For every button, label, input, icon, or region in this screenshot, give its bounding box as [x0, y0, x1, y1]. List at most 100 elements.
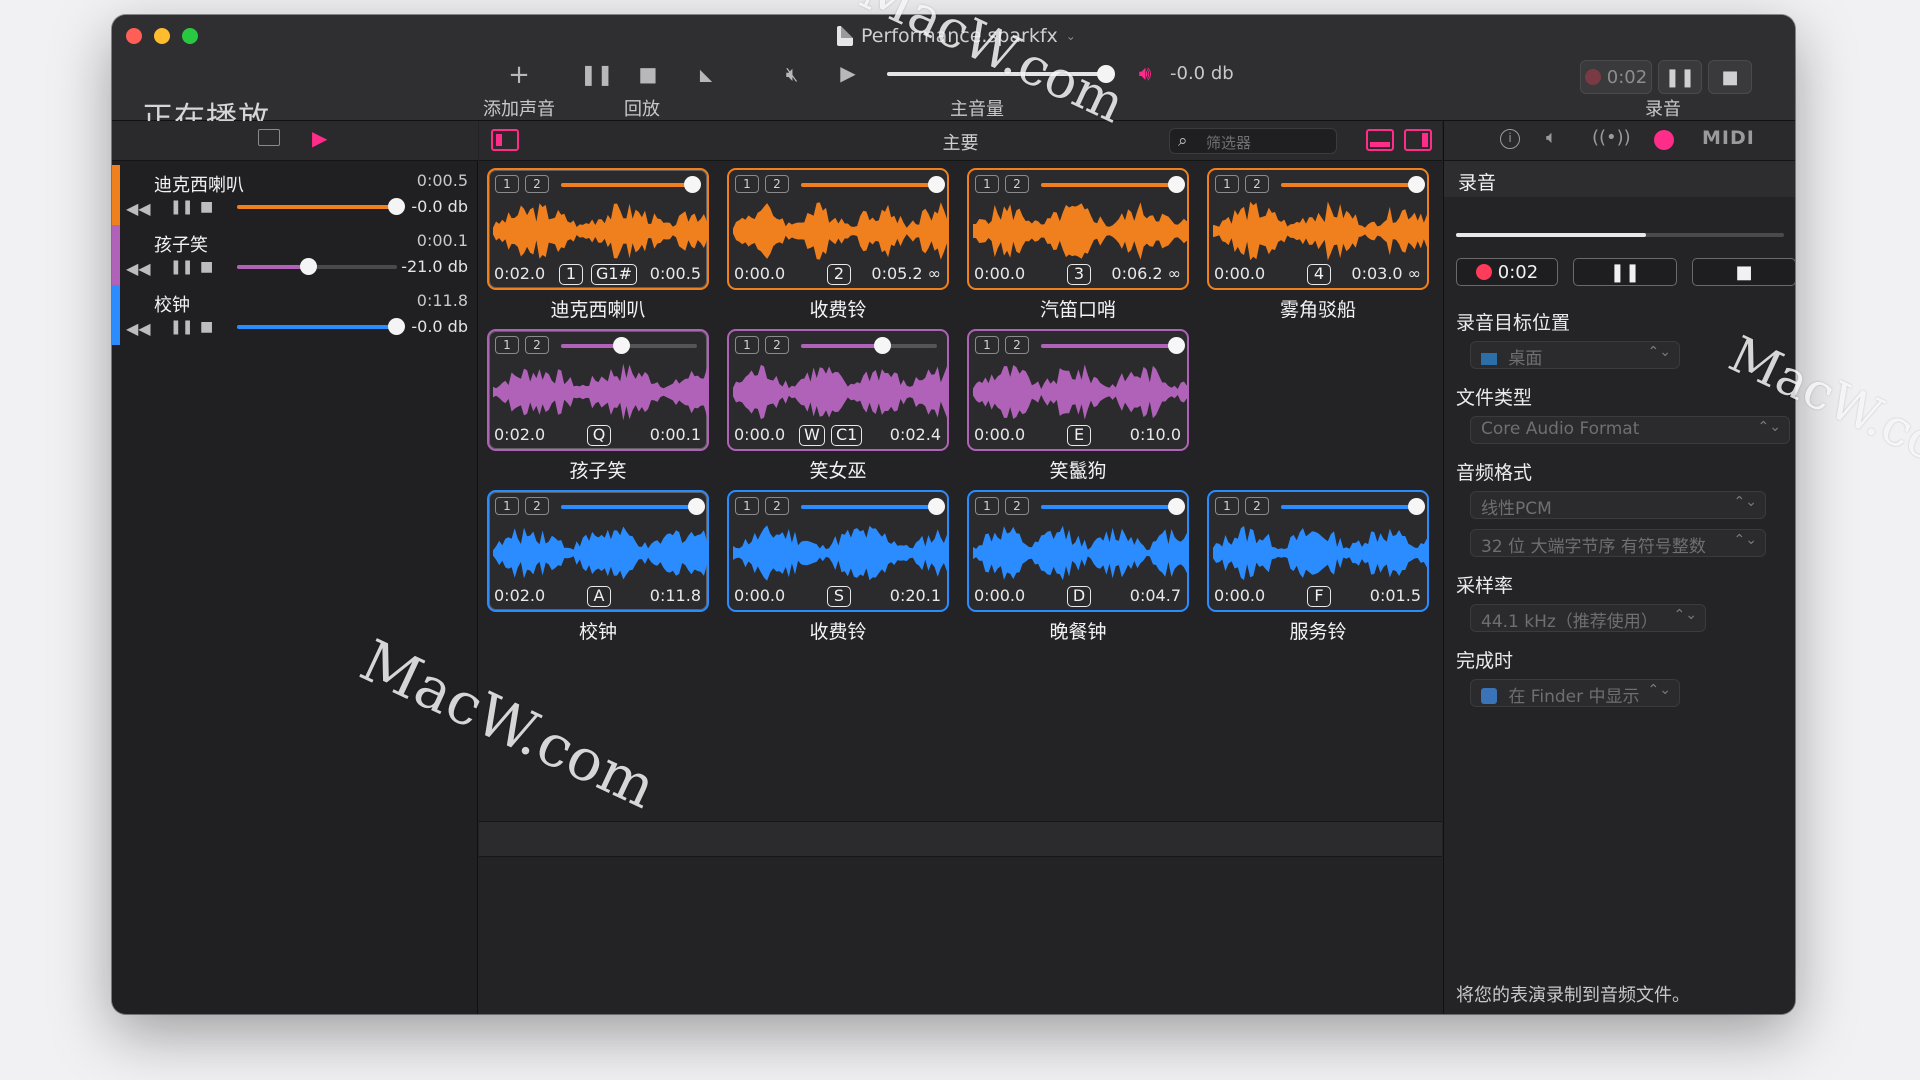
rewind-icon[interactable]: ◀◀ — [126, 319, 151, 338]
right-panel-toggle-icon[interactable] — [1404, 129, 1432, 151]
record-pause-button-panel[interactable]: ❚❚ — [1573, 258, 1677, 286]
sound-volume-slider[interactable] — [561, 337, 697, 354]
sound-button[interactable]: 1 2 0:00.0 D 0:04.7 — [967, 490, 1189, 612]
sound-button[interactable]: 1 2 0:00.0 2 0:05.2 ∞ — [727, 168, 949, 290]
sound-button[interactable]: 1 2 0:00.0 W C1 0:02.4 — [727, 329, 949, 451]
sound-volume-knob[interactable] — [1408, 498, 1425, 515]
sound-volume-slider[interactable] — [561, 498, 705, 515]
layer-badge[interactable]: 2 — [1245, 175, 1269, 193]
speaker-icon[interactable]: 🔈︎ — [1546, 127, 1557, 148]
now-playing-volume-slider[interactable] — [237, 198, 405, 215]
sound-volume-knob[interactable] — [1168, 337, 1185, 354]
layer-badge[interactable]: 2 — [765, 497, 789, 515]
sound-volume-slider[interactable] — [801, 176, 945, 193]
sound-volume-slider[interactable] — [1041, 176, 1185, 193]
midi-tab[interactable]: MIDI — [1702, 127, 1755, 149]
record-button[interactable]: 0:02 — [1580, 60, 1652, 94]
layer-badge[interactable]: 1 — [735, 336, 759, 354]
stop-icon[interactable]: ■ — [636, 62, 660, 86]
chevron-down-icon[interactable]: ⌄ — [1066, 29, 1076, 43]
sound-volume-knob[interactable] — [1168, 498, 1185, 515]
add-sound-label[interactable]: 添加声音 — [474, 95, 564, 121]
now-playing-item[interactable]: 校钟 0:11.8 ◀◀ ❚❚ ■ -0.0 db — [112, 285, 478, 345]
now-playing-volume-slider[interactable] — [237, 318, 405, 335]
master-volume-slider[interactable] — [887, 65, 1115, 83]
record-stop-button[interactable]: ■ — [1708, 60, 1752, 94]
sound-button[interactable]: 1 2 0:00.0 E 0:10.0 — [967, 329, 1189, 451]
broadcast-icon[interactable]: ((•)) — [1592, 127, 1631, 148]
fade-icon[interactable]: ◣ — [694, 65, 718, 84]
master-volume-knob[interactable] — [1097, 65, 1115, 83]
info-icon[interactable]: i — [1500, 129, 1520, 149]
record-tab-icon[interactable] — [1654, 130, 1674, 150]
bottom-panel-toggle-icon[interactable] — [1366, 129, 1394, 151]
minimize-window-button[interactable] — [154, 28, 170, 44]
layer-badge[interactable]: 1 — [975, 336, 999, 354]
layer-badge[interactable]: 2 — [1005, 175, 1029, 193]
folder-icon[interactable] — [258, 129, 280, 146]
speaker-icon[interactable]: 🔊︎ — [1130, 61, 1160, 85]
on-finish-select[interactable]: 在 Finder 中显示 ⌃⌄ — [1470, 679, 1680, 707]
layer-badge[interactable]: 1 — [495, 497, 519, 515]
rewind-icon[interactable]: ◀◀ — [126, 259, 151, 278]
sound-volume-knob[interactable] — [1168, 176, 1185, 193]
sound-volume-knob[interactable] — [928, 176, 945, 193]
now-playing-item[interactable]: 孩子笑 0:00.1 ◀◀ ❚❚ ■ -21.0 db — [112, 225, 478, 285]
pause-icon[interactable]: ❚❚ — [170, 319, 193, 335]
layer-badge[interactable]: 2 — [765, 336, 789, 354]
sound-volume-knob[interactable] — [688, 498, 705, 515]
zoom-window-button[interactable] — [182, 28, 198, 44]
layer-badge[interactable]: 1 — [495, 336, 519, 354]
stop-icon[interactable]: ■ — [200, 199, 213, 215]
layer-badge[interactable]: 1 — [495, 175, 519, 193]
layer-badge[interactable]: 2 — [765, 175, 789, 193]
mute-icon[interactable]: 🔇︎ — [778, 62, 806, 86]
record-start-button[interactable]: 0:02 — [1456, 258, 1558, 286]
layer-badge[interactable]: 1 — [975, 175, 999, 193]
now-playing-item[interactable]: 迪克西喇叭 0:00.5 ◀◀ ❚❚ ■ -0.0 db — [112, 165, 478, 225]
layer-badge[interactable]: 2 — [525, 336, 549, 354]
layer-badge[interactable]: 1 — [1215, 497, 1239, 515]
filter-input[interactable]: ⌕ 筛选器 — [1169, 128, 1337, 154]
sound-volume-knob[interactable] — [613, 337, 631, 354]
now-playing-volume-slider[interactable] — [237, 258, 397, 275]
file-type-select[interactable]: Core Audio Format ⌃⌄ — [1470, 416, 1790, 444]
now-playing-volume-knob[interactable] — [388, 318, 405, 335]
layer-badge[interactable]: 2 — [1245, 497, 1269, 515]
sound-volume-knob[interactable] — [873, 337, 891, 354]
sound-volume-slider[interactable] — [1281, 498, 1425, 515]
sample-rate-select[interactable]: 44.1 kHz（推荐使用） ⌃⌄ — [1470, 604, 1706, 632]
sound-volume-slider[interactable] — [561, 176, 701, 193]
now-playing-volume-knob[interactable] — [300, 258, 317, 275]
layer-badge[interactable]: 2 — [525, 175, 549, 193]
layer-badge[interactable]: 1 — [735, 497, 759, 515]
pause-icon[interactable]: ❚❚ — [170, 199, 193, 215]
sound-volume-slider[interactable] — [1281, 176, 1425, 193]
sound-volume-knob[interactable] — [683, 176, 701, 193]
play-icon[interactable]: ▶ — [312, 126, 327, 150]
close-window-button[interactable] — [126, 28, 142, 44]
add-icon[interactable]: + — [504, 60, 534, 90]
sound-volume-slider[interactable] — [801, 498, 945, 515]
sound-button[interactable]: 1 2 0:00.0 F 0:01.5 — [1207, 490, 1429, 612]
now-playing-volume-knob[interactable] — [388, 198, 405, 215]
sound-button[interactable]: 1 2 0:00.0 4 0:03.0 ∞ — [1207, 168, 1429, 290]
sound-volume-knob[interactable] — [1408, 176, 1425, 193]
layer-badge[interactable]: 1 — [735, 175, 759, 193]
pause-icon[interactable]: ❚❚ — [580, 62, 614, 86]
record-stop-button-panel[interactable]: ■ — [1692, 258, 1795, 286]
sound-button[interactable]: 1 2 0:02.0 Q 0:00.1 — [487, 329, 709, 451]
sound-button[interactable]: 1 2 0:00.0 S 0:20.1 — [727, 490, 949, 612]
sound-volume-knob[interactable] — [928, 498, 945, 515]
sound-button[interactable]: 1 2 0:02.0 A 0:11.8 — [487, 490, 709, 612]
pause-icon[interactable]: ❚❚ — [170, 259, 193, 275]
dest-select[interactable]: 桌面 ⌃⌄ — [1470, 341, 1680, 369]
layer-badge[interactable]: 2 — [1005, 336, 1029, 354]
layer-badge[interactable]: 1 — [975, 497, 999, 515]
sound-button[interactable]: 1 2 0:02.0 1 G1# 0:00.5 — [487, 168, 709, 290]
bit-depth-select[interactable]: 32 位 大端字节序 有符号整数 ⌃⌄ — [1470, 529, 1766, 557]
sound-button[interactable]: 1 2 0:00.0 3 0:06.2 ∞ — [967, 168, 1189, 290]
stop-icon[interactable]: ■ — [200, 319, 213, 335]
layer-badge[interactable]: 1 — [1215, 175, 1239, 193]
record-pause-button[interactable]: ❚❚ — [1658, 60, 1702, 94]
